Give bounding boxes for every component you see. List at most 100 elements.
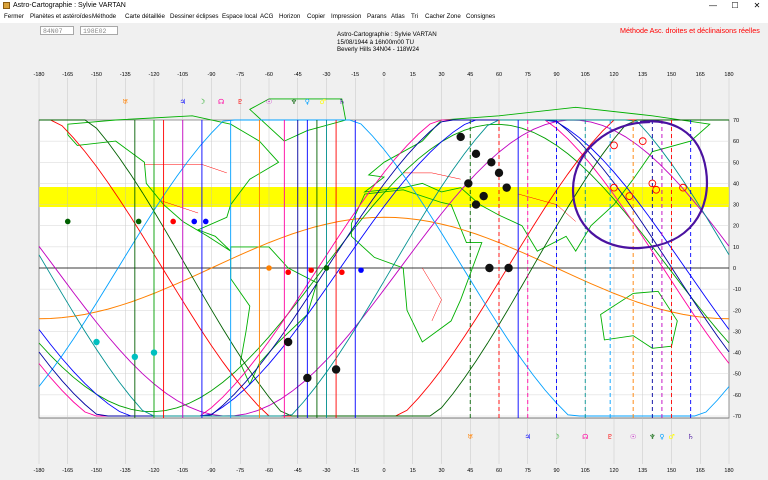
lat-label: 60 [733, 139, 739, 145]
planet-glyph-disc [494, 168, 504, 178]
planet-dot [135, 218, 142, 225]
top-lon-labels: -180 -165 -150 -135 -120 -105 -90 -75 -60 -45 -30-… [33, 72, 733, 78]
lon-label-bottom: 150 [667, 468, 676, 474]
lat-label: -50 [733, 372, 741, 378]
lat-label: 50 [733, 160, 739, 166]
lon-label-top: -30 [323, 72, 331, 78]
lon-label-top: -45 [294, 72, 302, 78]
planet-glyph-bottom: ♄ [688, 433, 694, 441]
lon-label-bottom: -90 [208, 468, 216, 474]
planet-glyph-bottom: ♆ [649, 433, 655, 441]
planet-dot [358, 267, 364, 273]
lon-label-bottom: -60 [265, 468, 273, 474]
lon-label-bottom: 180 [724, 468, 733, 474]
lon-label-bottom: 105 [581, 468, 590, 474]
planet-glyph-disc [504, 263, 513, 273]
planet-glyph-disc [485, 263, 494, 273]
planet-dot [64, 218, 71, 225]
lon-label-top: 0 [382, 72, 385, 78]
planet-glyph-top: ☽ [199, 98, 205, 106]
planet-glyph-disc [471, 149, 481, 159]
planet-glyph-disc-cyan [131, 353, 139, 360]
lon-label-bottom: 90 [553, 468, 559, 474]
lon-label-bottom: -75 [236, 468, 244, 474]
lat-label: 10 [733, 245, 739, 251]
planet-glyph-disc-cyan [93, 338, 100, 346]
lon-label-bottom: -105 [177, 468, 188, 474]
lon-label-top: 105 [581, 72, 590, 78]
planet-glyph-top: ☉ [266, 98, 272, 106]
lon-label-bottom: 75 [525, 468, 531, 474]
lat-label: 40 [733, 181, 739, 187]
lon-label-top: -15 [351, 72, 359, 78]
lon-label-bottom: -45 [294, 468, 302, 474]
lon-label-bottom: 60 [496, 468, 502, 474]
lon-label-top: 120 [609, 72, 618, 78]
planet-dot [308, 267, 314, 273]
planet-glyph-top: ♄ [339, 98, 345, 106]
planet-glyph-top: ♆ [291, 98, 297, 106]
bottom-lon-labels: -180 -165 -150 -135 -120 -105 -90 -75 -60 -45 -30-… [33, 468, 733, 474]
lat-label: -30 [733, 329, 741, 335]
lat-label: 30 [733, 203, 739, 209]
lat-label: -40 [733, 351, 741, 357]
lat-labels: 70 60 50 40 30 20 10 0 -10 -20 -30 -40 -50 -60 -70 [733, 118, 741, 420]
planet-dot [266, 265, 272, 271]
lon-label-top: 15 [410, 72, 416, 78]
planet-glyph-bottom: ☽ [553, 433, 559, 441]
lat-label: -60 [733, 393, 741, 399]
planet-glyph-disc [479, 191, 488, 201]
astrocartography-map[interactable]: -180 -165 -150 -135 -120 -105 -90 -75 -60 -45 -30-… [0, 0, 768, 480]
planet-dot [191, 218, 198, 225]
lon-label-top: 45 [467, 72, 473, 78]
planet-dot [170, 218, 176, 225]
planet-glyph-disc [502, 183, 511, 192]
lon-label-top: -105 [177, 72, 188, 78]
lon-label-top: 180 [724, 72, 733, 78]
lon-label-bottom: 30 [438, 468, 444, 474]
lon-label-top: -135 [120, 72, 131, 78]
lon-label-bottom: -180 [33, 468, 44, 474]
planet-glyph-top: ♃ [180, 98, 186, 106]
lat-label: -20 [733, 308, 741, 314]
lon-label-bottom: -30 [323, 468, 331, 474]
lon-label-top: -120 [148, 72, 159, 78]
planet-glyph-top: ♅ [122, 98, 128, 106]
lon-label-bottom: -15 [351, 468, 359, 474]
planet-glyph-disc [303, 373, 312, 383]
planet-glyph-disc [331, 365, 341, 374]
planet-glyph-disc-cyan [150, 349, 158, 356]
planet-glyph-bottom: ♅ [467, 433, 473, 441]
lon-label-bottom: -135 [120, 468, 131, 474]
lat-label: -10 [733, 287, 741, 293]
lon-label-top: 135 [638, 72, 647, 78]
lon-label-bottom: -150 [91, 468, 102, 474]
lon-label-top: -60 [265, 72, 273, 78]
planet-glyph-top: ☊ [218, 98, 224, 106]
lon-label-bottom: 120 [609, 468, 618, 474]
planet-glyph-bottom: ☉ [630, 433, 636, 441]
lon-label-bottom: -120 [148, 468, 159, 474]
planet-glyph-top: ♀ [305, 98, 310, 106]
planet-dot [285, 269, 291, 276]
planet-glyph-top: ♇ [237, 98, 243, 106]
planet-glyph-disc [487, 158, 496, 167]
lon-label-top: -180 [33, 72, 44, 78]
lat-label: 70 [733, 118, 739, 124]
planet-dot [202, 218, 209, 225]
planet-glyph-disc [471, 200, 481, 209]
planet-glyph-bottom: ♂ [668, 433, 674, 441]
lon-label-top: 60 [496, 72, 502, 78]
lon-label-bottom: -165 [62, 468, 73, 474]
planet-dot [339, 269, 345, 276]
lon-label-bottom: 165 [696, 468, 705, 474]
lon-label-top: -165 [62, 72, 73, 78]
planet-glyph-bottom: ♀ [659, 433, 664, 441]
lat-label: 20 [733, 224, 739, 230]
lat-label: -70 [733, 414, 741, 420]
planet-dot [323, 265, 330, 271]
lon-label-top: -150 [91, 72, 102, 78]
lon-label-top: -90 [208, 72, 216, 78]
planet-glyph-disc [283, 337, 293, 347]
lon-label-bottom: 0 [382, 468, 385, 474]
